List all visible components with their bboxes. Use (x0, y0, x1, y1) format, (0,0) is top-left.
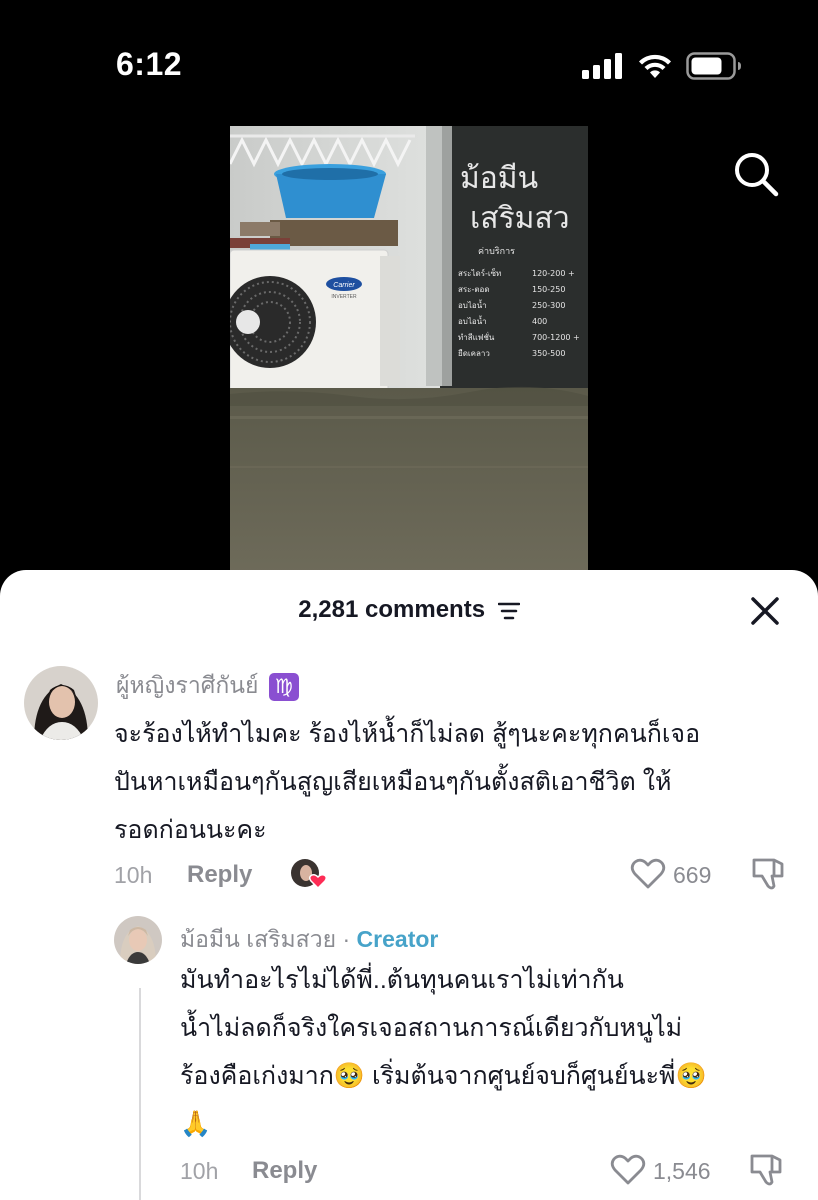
wifi-icon (639, 54, 671, 78)
username-text: ม้อมีน เสริมสวย (180, 926, 337, 952)
reply-line: 🙏 (180, 1110, 212, 1138)
price-value: 120-200 + (532, 269, 575, 278)
comment-username[interactable]: ผู้หญิงราศีกันย์ ♍ (116, 668, 299, 704)
reply-username[interactable]: ม้อมีน เสริมสวย · Creator (180, 922, 438, 958)
battery-icon (686, 52, 741, 80)
status-bar: 6:12 (0, 0, 818, 120)
thread-line (139, 988, 141, 1200)
separator-dot: · (336, 926, 357, 952)
creator-badge: Creator (356, 926, 439, 952)
signal-bars-icon (582, 53, 622, 79)
like-count: 1,546 (653, 1158, 711, 1184)
video-scene: Carrier INVERTER ม้อมีน เสริมสว ค่าบริกา… (230, 126, 588, 576)
price-item: ยืดเคลาว (458, 349, 490, 358)
price-item: สระ-ตอด (458, 285, 490, 294)
avatar[interactable] (114, 916, 162, 964)
search-button[interactable] (732, 150, 780, 198)
comments-sheet: 2,281 comments ผู้หญิงราศีกันย์ ♍ จะร้อง… (0, 570, 818, 1200)
reply-line: ร้องคือเก่งมาก🥹 เริ่มต้นจากศูนย์จบก็ศูนย… (180, 1062, 707, 1090)
price-value: 400 (532, 317, 547, 326)
comment-time: 10h (114, 862, 153, 888)
price-value: 150-250 (532, 285, 565, 294)
reply-line: มันทำอะไรไม่ได้พี่..ต้นทุนคนเราไม่เท่ากั… (180, 966, 624, 994)
comment-line: จะร้องไห้ทำไมคะ ร้องไห้น้ำก็ไม่ลด สู้ๆนะ… (114, 720, 701, 748)
close-button[interactable] (750, 596, 780, 626)
reply-time: 10h (180, 1158, 219, 1184)
sign-title-1: ม้อมีน (460, 161, 538, 196)
like-count: 669 (673, 862, 712, 888)
zodiac-badge: ♍ (268, 673, 299, 701)
like-button[interactable] (610, 1154, 646, 1191)
sort-lines-icon[interactable] (497, 602, 520, 620)
creator-liked-avatar (290, 858, 328, 890)
comments-header: 2,281 comments (0, 596, 818, 624)
status-time: 6:12 (116, 46, 183, 82)
comment-line: ปันหาเหมือนๆกันสูญเสียเหมือนๆกันตั้งสติเ… (114, 768, 672, 796)
reply-button[interactable]: Reply (187, 861, 252, 889)
reply-body: มันทำอะไรไม่ได้พี่..ต้นทุนคนเราไม่เท่ากั… (180, 956, 800, 1148)
price-value: 250-300 (532, 301, 565, 310)
thumbs-down-icon (752, 858, 784, 890)
heart-badge-icon (308, 874, 328, 890)
price-item: สระไดร์-เซ็ท (458, 268, 501, 278)
heart-icon (610, 1154, 646, 1185)
price-item: อบไอน้ำ (458, 299, 487, 310)
close-icon (751, 597, 779, 625)
price-value: 700-1200 + (532, 333, 580, 342)
reply-line: น้ำไม่ลดก็จริงใครเจอสถานการณ์เดียวกับหนู… (180, 1014, 683, 1042)
ac-brand-label: Carrier (333, 282, 355, 289)
price-item: อบไอน้ำ (458, 315, 487, 326)
price-item: ทำสีแฟชั่น (458, 331, 495, 342)
price-value: 350-500 (532, 349, 565, 358)
reply-button[interactable]: Reply (252, 1157, 317, 1185)
video-frame[interactable]: Carrier INVERTER ม้อมีน เสริมสว ค่าบริกา… (230, 126, 588, 576)
dislike-button[interactable] (748, 1152, 784, 1193)
heart-icon (630, 858, 666, 889)
price-heading: ค่าบริการ (478, 246, 515, 257)
ac-sub-label: INVERTER (331, 294, 357, 300)
comment-line: รอดก่อนนะคะ (114, 816, 267, 844)
username-text: ผู้หญิงราศีกันย์ (116, 672, 259, 698)
thumbs-down-icon (750, 1154, 782, 1186)
search-icon (735, 153, 779, 197)
status-icons (582, 52, 742, 80)
comment-body: จะร้องไห้ทำไมคะ ร้องไห้น้ำก็ไม่ลด สู้ๆนะ… (114, 710, 794, 854)
comment-count: 2,281 comments (298, 596, 486, 623)
like-button[interactable] (630, 858, 666, 895)
avatar[interactable] (24, 666, 98, 740)
dislike-button[interactable] (750, 856, 786, 897)
sign-title-2: เสริมสว (470, 201, 570, 236)
